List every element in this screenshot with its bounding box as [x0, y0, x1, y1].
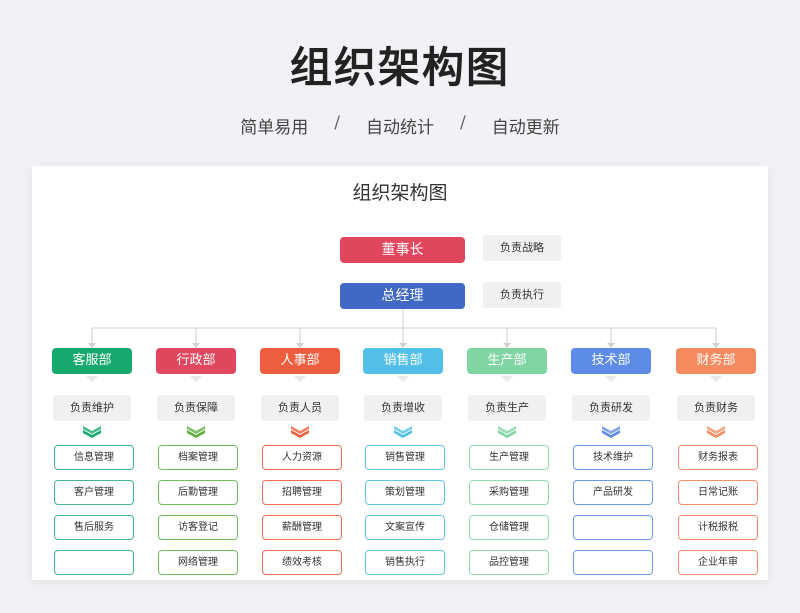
task-box: 财务报表: [678, 445, 758, 470]
chairman-duty: 负责战略: [483, 235, 561, 261]
general-manager-box: 总经理: [340, 283, 465, 309]
subtitle-feature-3: 自动更新: [491, 118, 560, 138]
subtitle-separator: /: [334, 113, 340, 133]
task-box: 绩效考核: [262, 550, 342, 575]
caret-icon: [86, 376, 98, 382]
task-box: [54, 550, 134, 575]
caret-icon: [605, 376, 617, 382]
dept-head-production: 生产部: [467, 348, 547, 374]
dept-head-admin: 行政部: [156, 348, 236, 374]
caret-icon: [501, 376, 513, 382]
double-chevron-down-icon: [394, 426, 412, 438]
task-box: 产品研发: [573, 480, 653, 505]
general-manager-duty: 负责执行: [483, 282, 561, 308]
dept-head-tech: 技术部: [571, 348, 651, 374]
subtitle-separator: /: [460, 113, 466, 133]
subtitle-feature-1: 简单易用: [240, 118, 309, 138]
double-chevron-down-icon: [83, 426, 101, 438]
task-box: 仓储管理: [469, 515, 549, 540]
task-box: 销售管理: [365, 445, 445, 470]
dept-head-customer-service: 客服部: [52, 348, 132, 374]
task-box: 信息管理: [54, 445, 134, 470]
subtitle-feature-2: 自动统计: [366, 118, 434, 138]
task-box: 策划管理: [365, 480, 445, 505]
dept-duty-tech: 负责研发: [572, 395, 650, 421]
dept-duty-admin: 负责保障: [157, 395, 235, 421]
task-box: 销售执行: [365, 550, 445, 575]
double-chevron-down-icon: [498, 426, 516, 438]
caret-icon: [397, 376, 409, 382]
task-box: 企业年审: [678, 550, 758, 575]
task-box: 客户管理: [54, 480, 134, 505]
dept-duty-sales: 负责增收: [364, 395, 442, 421]
task-box: 品控管理: [469, 550, 549, 575]
dept-head-finance: 财务部: [676, 348, 756, 374]
double-chevron-down-icon: [291, 426, 309, 438]
task-box: 售后服务: [54, 515, 134, 540]
dept-head-hr: 人事部: [260, 348, 340, 374]
org-chart-sheet: 组织架构图 董事长 负责战略 总经理 负责执行 客服部 负责维护 信息管理 客户管理售…: [32, 166, 768, 580]
caret-icon: [190, 376, 202, 382]
task-box: 文案宣传: [365, 515, 445, 540]
task-box: [573, 550, 653, 575]
task-box: 访客登记: [158, 515, 238, 540]
caret-icon: [710, 376, 722, 382]
task-box: 生产管理: [469, 445, 549, 470]
task-box: 后勤管理: [158, 480, 238, 505]
task-box: 招聘管理: [262, 480, 342, 505]
task-box: 人力资源: [262, 445, 342, 470]
dept-duty-finance: 负责财务: [677, 395, 755, 421]
task-box: 采购管理: [469, 480, 549, 505]
task-box: [573, 515, 653, 540]
task-box: 技术维护: [573, 445, 653, 470]
dept-duty-hr: 负责人员: [261, 395, 339, 421]
task-box: 网络管理: [158, 550, 238, 575]
double-chevron-down-icon: [602, 426, 620, 438]
task-box: 计税报税: [678, 515, 758, 540]
chairman-box: 董事长: [340, 237, 465, 263]
caret-icon: [294, 376, 306, 382]
task-box: 薪酬管理: [262, 515, 342, 540]
dept-head-sales: 销售部: [363, 348, 443, 374]
dept-duty-production: 负责生产: [468, 395, 546, 421]
page-title: 组织架构图: [289, 43, 510, 92]
task-box: 日常记账: [678, 480, 758, 505]
double-chevron-down-icon: [707, 426, 725, 438]
task-box: 档案管理: [158, 445, 238, 470]
double-chevron-down-icon: [187, 426, 205, 438]
subtitle-row: 简单易用 / 自动统计 / 自动更新: [0, 113, 800, 138]
dept-duty-customer-service: 负责维护: [53, 395, 131, 421]
